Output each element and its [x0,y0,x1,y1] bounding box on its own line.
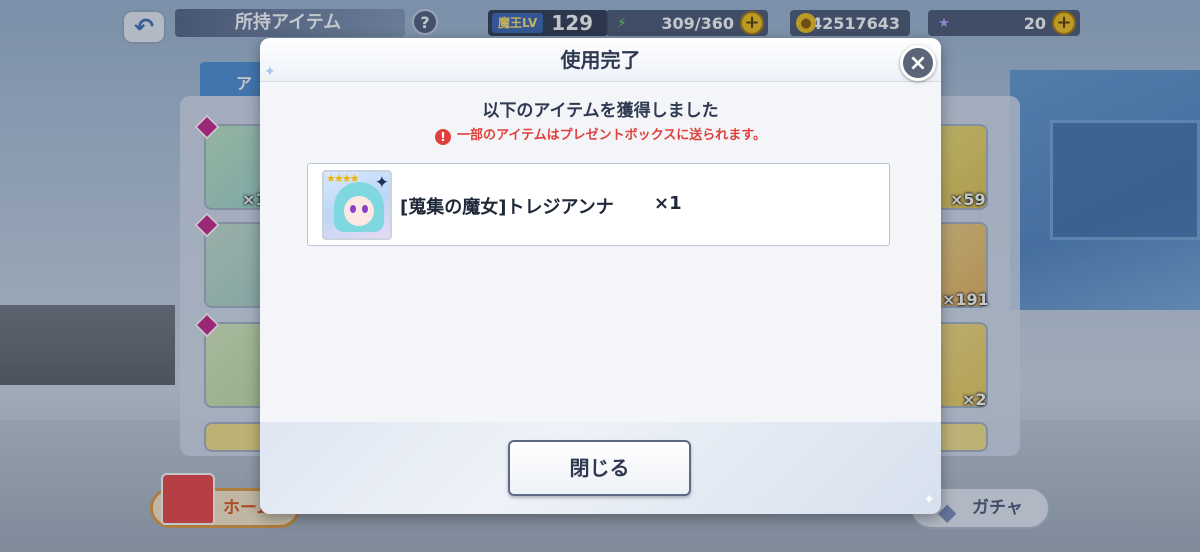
close-icon[interactable]: × [900,45,936,81]
reward-name: [蒐集の魔女]トレジアンナ [400,197,614,218]
dialog-message: 以下のアイテムを獲得しました [482,101,719,121]
sparkle-icon: ✦ [264,64,276,80]
result-dialog: ✦ 使用完了 以下のアイテムを獲得しました ! 一部のアイテムはプレゼントボックス… [260,38,941,514]
portrait-eye [362,205,368,213]
dialog-warning: ! 一部のアイテムはプレゼントボックスに送られます。 [260,124,941,145]
warning-text: 一部のアイテムはプレゼントボックスに送られます。 [456,128,766,143]
reward-quantity: ×1 [654,193,682,214]
rarity-stars: ★★★★ [326,172,359,185]
warning-icon: ! [434,129,451,145]
close-dialog-button[interactable]: 閉じる [508,440,691,496]
reward-thumbnail[interactable]: ★★★★ ✦ [322,170,392,240]
sparkle-icon: ✦ [374,173,389,193]
sparkle-icon: ✦ [923,492,935,508]
dialog-title: 使用完了 [560,48,641,72]
dialog-footer: 閉じる ✦ [260,422,941,514]
portrait-eye [350,205,356,213]
portrait-face [344,196,374,226]
reward-list: ★★★★ ✦ [蒐集の魔女]トレジアンナ ×1 [307,163,890,246]
dialog-header: ✦ 使用完了 [260,38,941,82]
